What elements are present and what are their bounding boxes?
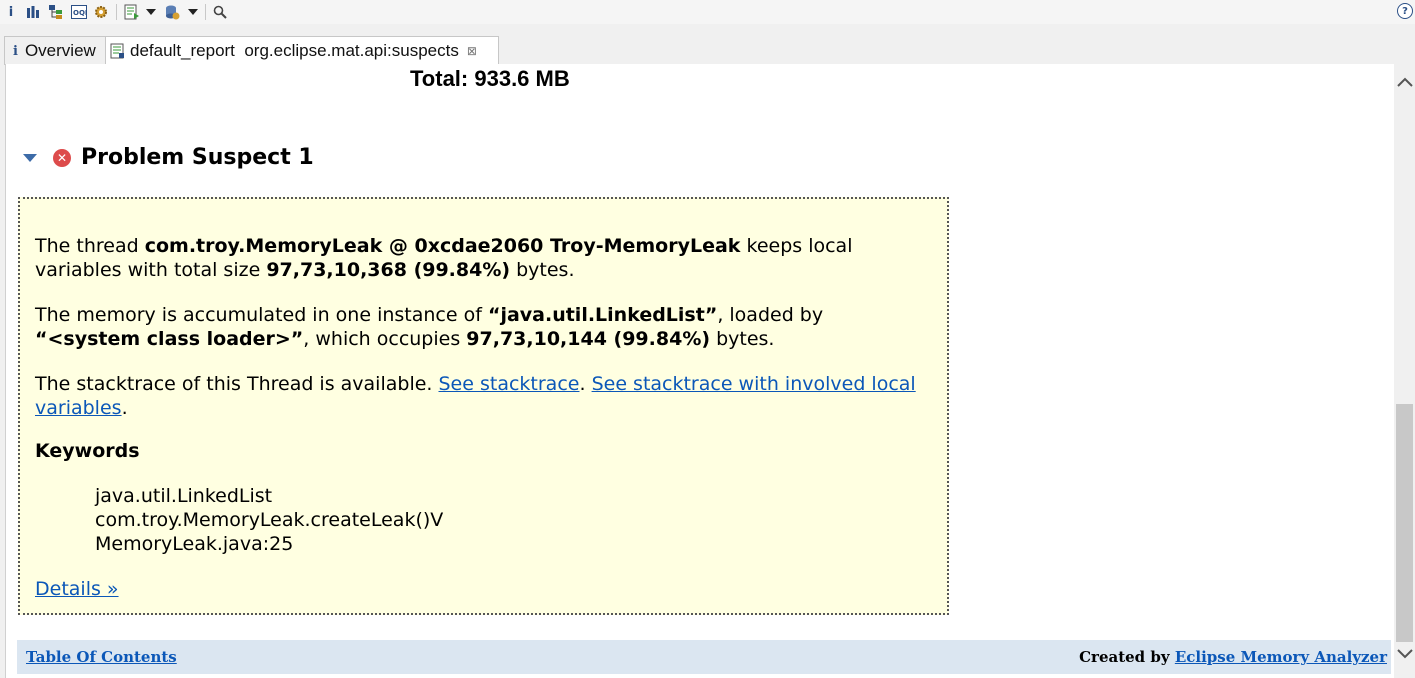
scrollbar-thumb[interactable] — [1396, 404, 1413, 642]
query-browser-icon[interactable] — [159, 2, 185, 22]
toolbar: i OQL ? — [0, 0, 1415, 24]
scroll-up-icon[interactable] — [1397, 72, 1413, 93]
help-icon[interactable]: ? — [1397, 3, 1413, 19]
editor-tab-bar: i Overview default_report org.eclipse.ma… — [0, 34, 1415, 65]
info-icon: i — [13, 43, 18, 59]
keyword-item: MemoryLeak.java:25 — [95, 533, 294, 555]
details-link[interactable]: Details » — [35, 578, 119, 600]
created-by: Created by Eclipse Memory Analyzer — [1079, 648, 1387, 666]
keyword-item: java.util.LinkedList — [95, 485, 273, 507]
oql-icon[interactable]: OQL — [68, 2, 90, 22]
info-icon[interactable]: i — [0, 2, 22, 22]
table-of-contents-link[interactable]: Table Of Contents — [26, 648, 177, 666]
problem-suspect-header: ✕ Problem Suspect 1 — [23, 145, 314, 170]
search-icon[interactable] — [210, 2, 230, 22]
close-tab-icon[interactable]: ⊠ — [467, 44, 477, 58]
error-icon: ✕ — [53, 148, 71, 167]
thread-paragraph: The thread com.troy.MemoryLeak @ 0xcdae2… — [35, 235, 853, 281]
tab-default-report[interactable]: default_report org.eclipse.mat.api:suspe… — [105, 36, 499, 65]
histogram-icon[interactable] — [22, 2, 44, 22]
tab-overview[interactable]: i Overview — [4, 36, 106, 65]
suspect-details-box: The thread com.troy.MemoryLeak @ 0xcdae2… — [18, 197, 949, 615]
report-icon — [110, 43, 126, 59]
dominator-tree-icon[interactable] — [44, 2, 68, 22]
problem-suspect-title: Problem Suspect 1 — [81, 145, 314, 170]
run-report-icon[interactable] — [121, 2, 143, 22]
memory-paragraph: The memory is accumulated in one instanc… — [35, 304, 824, 350]
vertical-scrollbar[interactable] — [1394, 64, 1415, 678]
collapse-triangle-icon[interactable] — [23, 153, 37, 162]
report-footer: Table Of Contents Created by Eclipse Mem… — [17, 640, 1391, 674]
dropdown-icon[interactable] — [143, 2, 159, 22]
keyword-item: com.troy.MemoryLeak.createLeak()V — [95, 509, 444, 531]
stacktrace-paragraph: The stacktrace of this Thread is availab… — [35, 373, 916, 419]
report-content: Total: 933.6 MB ✕ Problem Suspect 1 The … — [5, 64, 1395, 678]
toolbar-separator — [205, 4, 206, 20]
dropdown-icon[interactable] — [185, 2, 201, 22]
tab-report-label: default_report org.eclipse.mat.api:suspe… — [130, 41, 459, 60]
keywords-heading: Keywords — [35, 440, 140, 462]
scroll-down-icon[interactable] — [1397, 644, 1413, 665]
gear-icon[interactable] — [90, 2, 112, 22]
see-stacktrace-link[interactable]: See stacktrace — [439, 373, 580, 395]
svg-text:OQL: OQL — [73, 9, 87, 17]
toolbar-separator — [116, 4, 117, 20]
tab-overview-label: Overview — [24, 41, 96, 60]
eclipse-mat-link[interactable]: Eclipse Memory Analyzer — [1175, 648, 1387, 666]
total-size: Total: 933.6 MB — [410, 66, 570, 91]
